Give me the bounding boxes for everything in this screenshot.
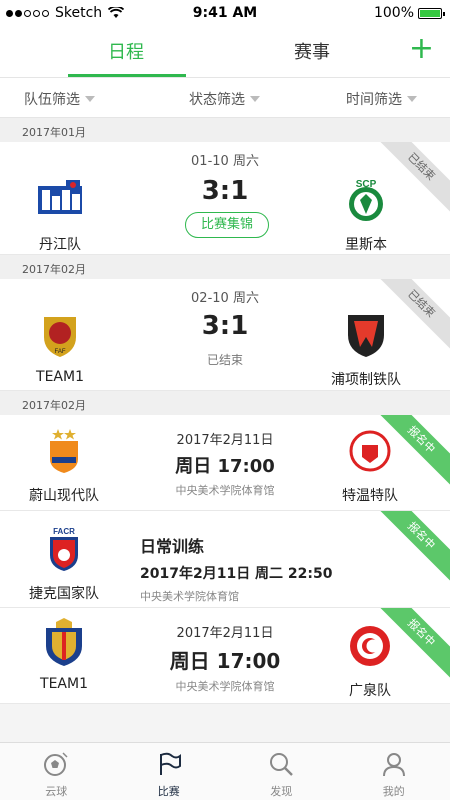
away-team-name: 特温特队 xyxy=(342,488,398,504)
away-team[interactable]: 浦项制铁队 xyxy=(316,311,416,389)
match-date: 01-10 周六 xyxy=(191,154,259,169)
status-filter[interactable]: 状态筛选 xyxy=(189,89,260,109)
away-team-name: 广泉队 xyxy=(349,683,391,699)
active-tab-indicator xyxy=(68,74,186,77)
soccer-ball-icon xyxy=(44,752,68,776)
battery-percent: 100% xyxy=(373,5,414,21)
tunisia-logo-icon xyxy=(350,626,390,666)
dropdown-arrow-icon xyxy=(250,96,260,102)
time-filter[interactable]: 时间筛选 xyxy=(346,89,417,109)
dropdown-arrow-icon xyxy=(85,96,95,102)
status-bar: Sketch 9:41 AM 100% xyxy=(0,0,450,28)
highlights-button[interactable]: 比赛集锦 xyxy=(185,212,269,238)
match-card[interactable]: 01-10 周六 丹江队 3:1 比赛集锦 SCP 里斯本 已结束 xyxy=(0,142,450,255)
dropdown-arrow-icon xyxy=(407,96,417,102)
svg-text:FACR: FACR xyxy=(53,527,75,536)
search-icon xyxy=(270,753,294,776)
filter-bar: 队伍筛选 状态筛选 时间筛选 xyxy=(0,78,450,118)
training-venue: 中央美术学院体育馆 xyxy=(140,590,239,603)
section-header: 2017年01月 xyxy=(0,118,450,142)
tab-matches[interactable]: 赛事 xyxy=(294,38,330,64)
team-filter[interactable]: 队伍筛选 xyxy=(24,89,95,109)
home-team-name: 丹江队 xyxy=(39,237,81,253)
home-team-name: TEAM1 xyxy=(36,369,84,385)
section-header: 2017年02月 xyxy=(0,255,450,279)
user-icon xyxy=(382,753,405,777)
sporting-logo-icon: SCP xyxy=(349,179,383,221)
battery-icon xyxy=(418,7,445,19)
nav-matches[interactable]: 比赛 xyxy=(113,743,226,800)
training-card[interactable]: FACR 捷克国家队 日常训练 2017年2月11日 周二 22:50 中央美术… xyxy=(0,511,450,608)
away-team-name: 浦项制铁队 xyxy=(331,372,401,388)
add-button[interactable]: + xyxy=(409,32,434,66)
svg-text:SCP: SCP xyxy=(356,179,377,190)
away-team[interactable]: SCP 里斯本 xyxy=(316,176,416,254)
nav-profile[interactable]: 我的 xyxy=(338,743,450,800)
tab-schedule[interactable]: 日程 xyxy=(108,38,144,64)
status-ribbon: 报名中 xyxy=(374,511,450,583)
section-header: 2017年02月 xyxy=(0,391,450,415)
match-card[interactable]: TEAM1 2017年2月11日 周日 17:00 中央美术学院体育馆 广泉队 … xyxy=(0,608,450,704)
nav-discover[interactable]: 发现 xyxy=(225,743,338,800)
steelers-logo-icon xyxy=(348,315,384,357)
away-team-name: 里斯本 xyxy=(345,237,387,253)
twente-logo-icon xyxy=(349,430,391,472)
team-name: 捷克国家队 xyxy=(29,586,99,602)
training-time: 2017年2月11日 周二 22:50 xyxy=(140,566,333,582)
match-card[interactable]: 02-10 周六 FAF TEAM1 3:1 已结束 浦项制铁队 已结束 xyxy=(0,279,450,391)
team[interactable]: FACR 捷克国家队 xyxy=(14,525,114,603)
flag-icon xyxy=(159,752,181,775)
match-card[interactable]: 蔚山现代队 2017年2月11日 周日 17:00 中央美术学院体育馆 特温特队… xyxy=(0,415,450,511)
nav-cloudball[interactable]: 云球 xyxy=(0,743,113,800)
bottom-nav: 云球 比赛 发现 我的 xyxy=(0,742,450,800)
top-tabs: 日程 赛事 + xyxy=(0,28,450,78)
away-team[interactable]: 广泉队 xyxy=(320,622,420,700)
czech-logo-icon: FACR xyxy=(50,527,78,571)
training-title: 日常训练 xyxy=(140,537,205,556)
match-date: 02-10 周六 xyxy=(191,291,259,306)
